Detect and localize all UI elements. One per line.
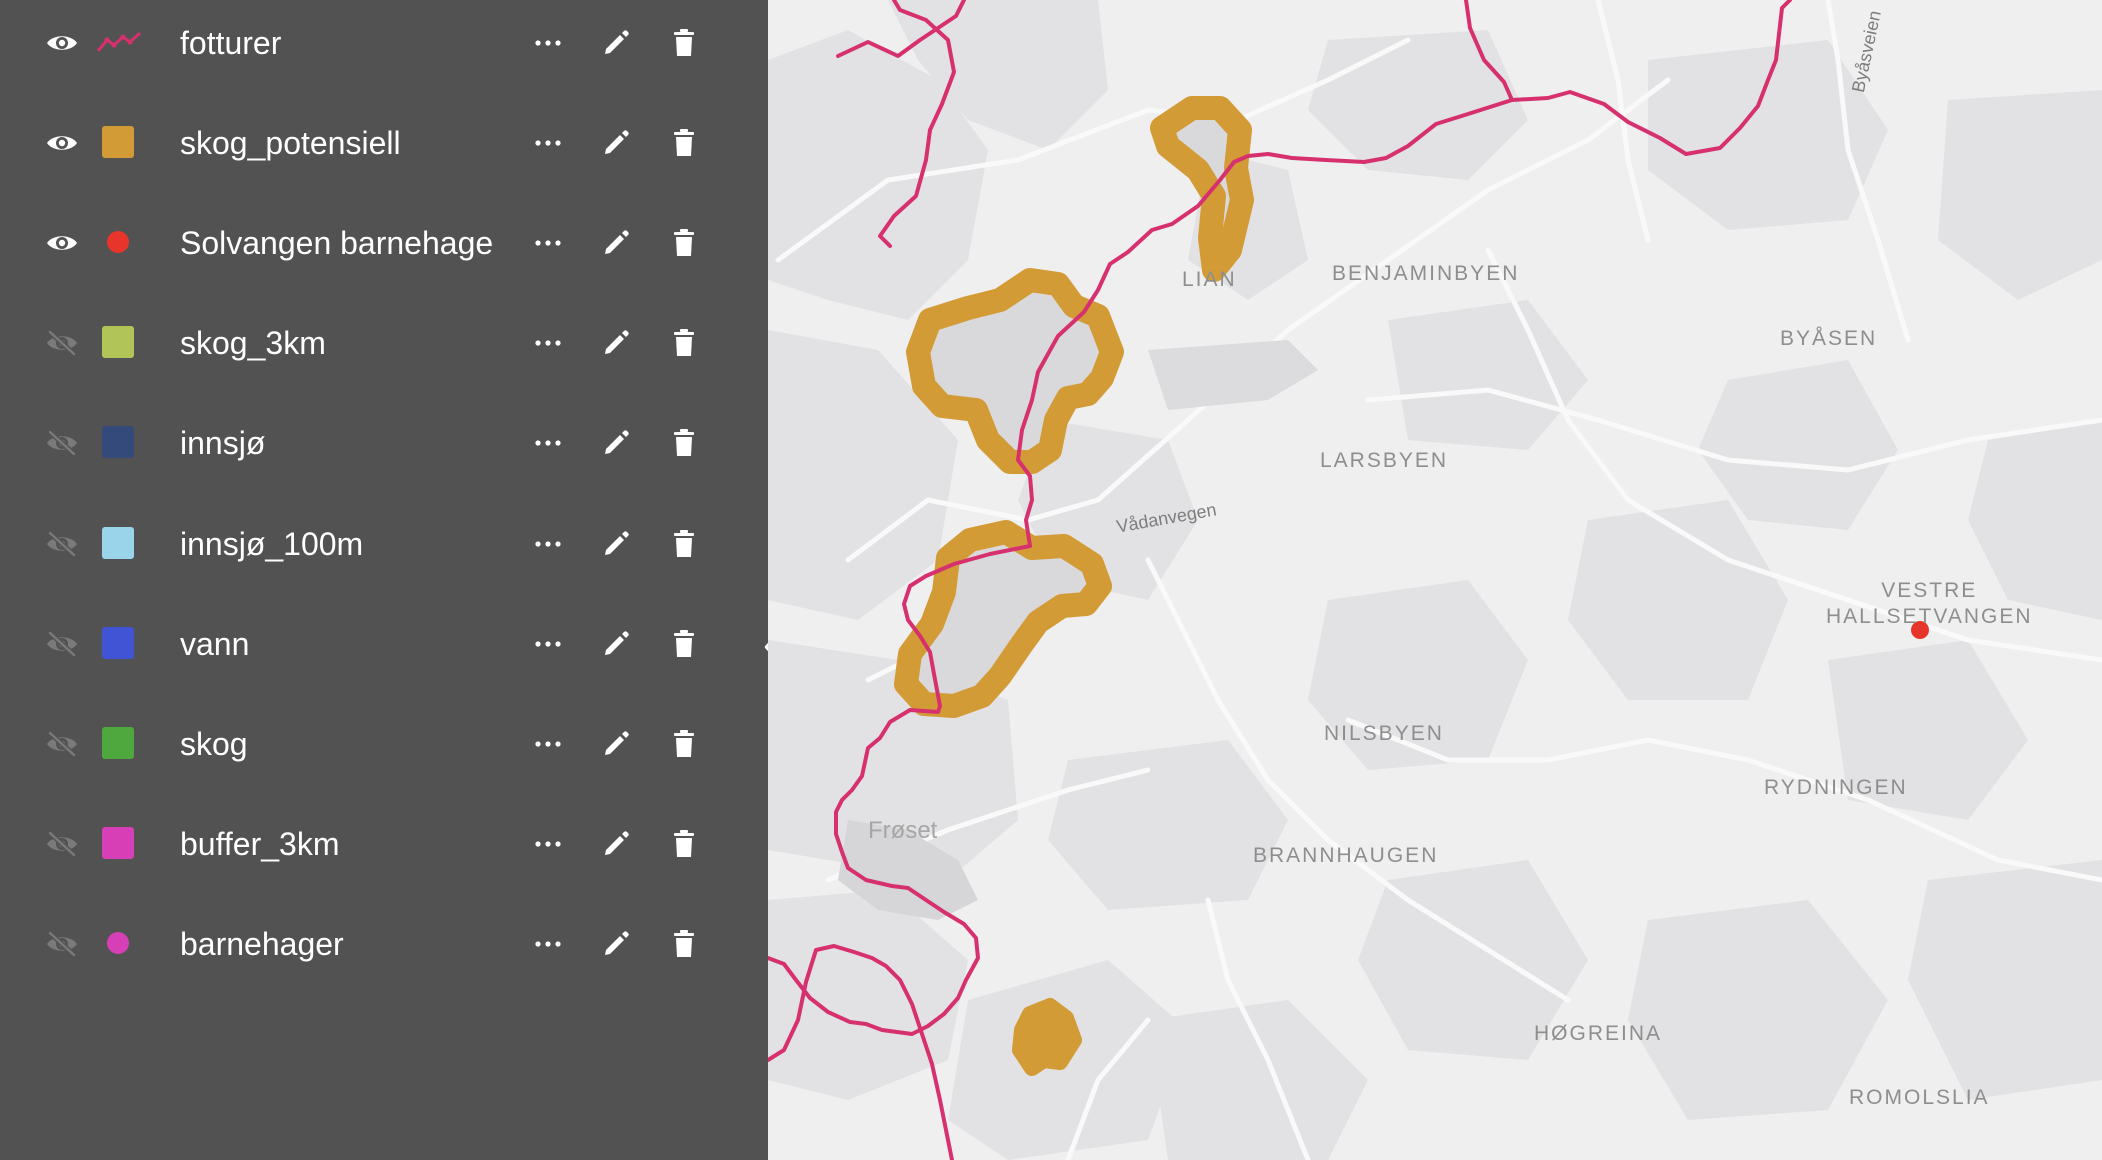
map-view[interactable]: LIAN BENJAMINBYEN BYÅSEN LARSBYEN VESTRE…	[768, 0, 2102, 1160]
layer-row[interactable]: skog_3km	[0, 293, 768, 393]
eye-off-icon[interactable]	[42, 926, 82, 962]
place-label-brannhaugen: BRANNHAUGEN	[1253, 844, 1439, 867]
more-horizontal-icon[interactable]	[526, 522, 570, 566]
more-horizontal-icon[interactable]	[526, 21, 570, 65]
place-label-nilsbyen: NILSBYEN	[1324, 722, 1444, 745]
more-horizontal-icon[interactable]	[526, 922, 570, 966]
pencil-icon[interactable]	[594, 21, 638, 65]
pencil-icon[interactable]	[594, 922, 638, 966]
place-label-rydningen: RYDNINGEN	[1764, 776, 1908, 799]
layer-name: innsjø_100m	[180, 525, 364, 562]
layer-row[interactable]: innsjø_100m	[0, 494, 768, 594]
layer-name: Solvangen barnehage	[180, 225, 494, 262]
more-horizontal-icon[interactable]	[526, 822, 570, 866]
layer-symbol-square	[102, 626, 134, 659]
layer-name: barnehager	[180, 925, 344, 962]
trash-icon[interactable]	[662, 121, 706, 165]
layer-name: fotturer	[180, 25, 282, 61]
more-horizontal-icon[interactable]	[526, 722, 570, 766]
layer-row[interactable]: skog_potensiell	[0, 93, 768, 193]
trash-icon[interactable]	[662, 321, 706, 365]
layer-row[interactable]: Solvangen barnehage	[0, 193, 768, 293]
layer-name: skog_potensiell	[180, 125, 401, 162]
layer-row[interactable]: skog	[0, 694, 768, 794]
more-horizontal-icon[interactable]	[526, 221, 570, 265]
trash-icon[interactable]	[662, 622, 706, 666]
pencil-icon[interactable]	[594, 421, 638, 465]
eye-off-icon[interactable]	[42, 425, 82, 461]
layer-row[interactable]: barnehager	[0, 894, 768, 994]
layer-symbol-line	[95, 26, 143, 58]
pencil-icon[interactable]	[594, 722, 638, 766]
layer-symbol-square	[102, 126, 134, 159]
more-horizontal-icon[interactable]	[526, 321, 570, 365]
skog-potensiell-patch	[1012, 998, 1082, 1076]
pencil-icon[interactable]	[594, 522, 638, 566]
pencil-icon[interactable]	[594, 822, 638, 866]
more-horizontal-icon[interactable]	[526, 622, 570, 666]
layer-row[interactable]: vann	[0, 594, 768, 694]
layer-name: buffer_3km	[180, 825, 340, 862]
layer-panel: fotturer skog_potensiell Solvangen barneha…	[0, 0, 768, 1160]
layer-row[interactable]: innsjø	[0, 393, 768, 493]
trash-icon[interactable]	[662, 21, 706, 65]
place-label-larsbyen: LARSBYEN	[1320, 449, 1449, 472]
place-label-benjaminbyen: BENJAMINBYEN	[1332, 262, 1520, 285]
trash-icon[interactable]	[662, 221, 706, 265]
eye-off-icon[interactable]	[42, 626, 82, 662]
eye-off-icon[interactable]	[42, 325, 82, 361]
layer-symbol-circle	[102, 226, 134, 258]
eye-off-icon[interactable]	[42, 726, 82, 762]
pencil-icon[interactable]	[594, 221, 638, 265]
trash-icon[interactable]	[662, 922, 706, 966]
layer-row[interactable]: fotturer	[0, 0, 768, 93]
layer-symbol-square	[102, 426, 134, 459]
layer-name: skog	[180, 725, 248, 762]
eye-off-icon[interactable]	[42, 826, 82, 862]
eye-off-icon[interactable]	[42, 526, 82, 562]
layer-name: skog_3km	[180, 325, 326, 362]
eye-icon[interactable]	[42, 25, 82, 61]
place-label-hogreina: HØGREINA	[1534, 1022, 1663, 1045]
trash-icon[interactable]	[662, 822, 706, 866]
place-label-romolslia: ROMOLSLIA	[1849, 1086, 1990, 1109]
layer-row[interactable]: buffer_3km	[0, 794, 768, 894]
trash-icon[interactable]	[662, 722, 706, 766]
place-label-froset: Frøset	[868, 817, 938, 844]
layer-symbol-square	[102, 826, 134, 859]
layer-name: innsjø	[180, 425, 266, 462]
reservoir	[1148, 340, 1318, 410]
place-label-vestre-hallsetvangen: VESTRE HALLSETVANGEN	[1826, 579, 2033, 628]
pencil-icon[interactable]	[594, 321, 638, 365]
layer-symbol-square	[102, 726, 134, 759]
place-label-lian: LIAN	[1182, 268, 1237, 291]
layer-name: vann	[180, 625, 250, 662]
layer-symbol-square	[102, 526, 134, 559]
place-label-byasen: BYÅSEN	[1780, 327, 1878, 350]
more-horizontal-icon[interactable]	[526, 121, 570, 165]
more-horizontal-icon[interactable]	[526, 421, 570, 465]
pencil-icon[interactable]	[594, 121, 638, 165]
eye-icon[interactable]	[42, 125, 82, 161]
trash-icon[interactable]	[662, 522, 706, 566]
eye-icon[interactable]	[42, 225, 82, 261]
layer-symbol-circle	[102, 927, 134, 959]
trash-icon[interactable]	[662, 421, 706, 465]
pencil-icon[interactable]	[594, 622, 638, 666]
layer-symbol-square	[102, 326, 134, 359]
